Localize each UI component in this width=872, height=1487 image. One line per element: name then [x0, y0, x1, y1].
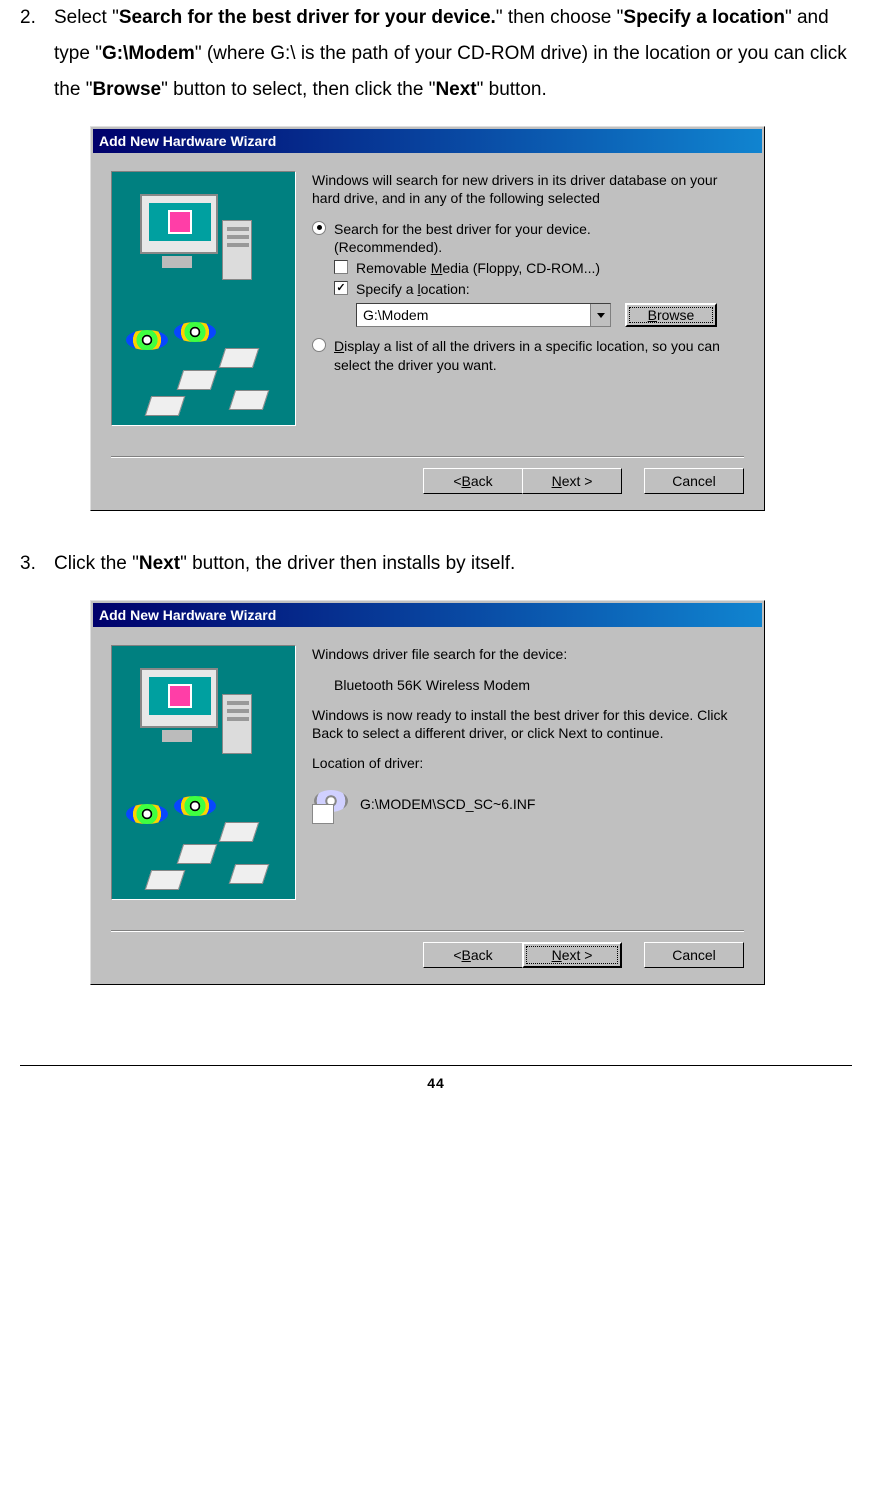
next-button[interactable]: Next > [522, 468, 622, 494]
next-button[interactable]: Next > [522, 942, 622, 968]
t: Click the " [54, 553, 139, 574]
wizard-1-titlebar: Add New Hardware Wizard [93, 129, 762, 153]
l: edia (Floppy, CD-ROM...) [442, 260, 600, 276]
checkbox-icon [334, 260, 348, 274]
step-3-body: Click the "Next" button, the driver then… [54, 546, 852, 582]
l: rowse [657, 306, 694, 324]
radio-icon [312, 221, 326, 235]
step-3-number: 3. [20, 546, 54, 582]
t: Select " [54, 7, 119, 28]
driver-path: G:\MODEM\SCD_SC~6.INF [360, 795, 535, 813]
radio-label-line2: (Recommended). [334, 239, 442, 255]
radio-label-line1: Search for the best driver for your devi… [334, 221, 591, 237]
location-combo[interactable] [356, 303, 611, 327]
t: " button, the driver then installs by it… [180, 553, 515, 574]
cancel-button[interactable]: Cancel [644, 942, 744, 968]
step-2-body: Select "Search for the best driver for y… [54, 0, 852, 108]
t: " button. [477, 79, 547, 100]
radio-search-best[interactable]: Search for the best driver for your devi… [312, 220, 744, 256]
l: B [462, 472, 471, 490]
l: B [462, 946, 471, 964]
l: < [453, 472, 461, 490]
l: ext > [562, 946, 593, 964]
checkbox-specify-location[interactable]: ✓ Specify a location: [334, 280, 744, 298]
wizard-illustration [111, 645, 296, 900]
t: " button to select, then click the " [161, 79, 435, 100]
l: N [552, 946, 562, 964]
t: Next [435, 79, 476, 100]
device-name: Bluetooth 56K Wireless Modem [312, 676, 744, 694]
location-input[interactable] [357, 304, 590, 326]
radio-display-list[interactable]: Display a list of all the drivers in a s… [312, 337, 744, 373]
location-label: Location of driver: [312, 754, 744, 772]
l: B [648, 306, 657, 324]
l: N [552, 472, 562, 490]
wizard-2-line2: Windows is now ready to install the best… [312, 706, 744, 742]
l: < [453, 946, 461, 964]
page-number: 44 [20, 1065, 852, 1097]
back-button[interactable]: < Back [423, 468, 523, 494]
t: Browse [92, 79, 161, 100]
wizard-2-line1: Windows driver file search for the devic… [312, 645, 744, 663]
location-dropdown-button[interactable] [590, 304, 610, 326]
t: G:\Modem [102, 43, 195, 64]
l: isplay a list of all the drivers in a sp… [334, 338, 720, 372]
separator [111, 456, 744, 458]
t: Specify a location [623, 7, 785, 28]
wizard-2: Add New Hardware Wizard Windows driver f… [90, 600, 765, 985]
wizard-1: Add New Hardware Wizard Windows will sea… [90, 126, 765, 511]
back-button[interactable]: < Back [423, 942, 523, 968]
checkbox-removable-media[interactable]: Removable Media (Floppy, CD-ROM...) [334, 259, 744, 277]
radio-icon [312, 338, 326, 352]
step-2: 2. Select "Search for the best driver fo… [20, 0, 852, 108]
step-2-number: 2. [20, 0, 54, 108]
l: ack [471, 472, 493, 490]
t: " then choose " [496, 7, 624, 28]
wizard-illustration [111, 171, 296, 426]
wizard-2-titlebar: Add New Hardware Wizard [93, 603, 762, 627]
inf-file-icon [312, 784, 352, 824]
l: ext > [562, 472, 593, 490]
l: Removable [356, 260, 431, 276]
wizard-1-intro: Windows will search for new drivers in i… [312, 171, 744, 207]
l: M [431, 260, 443, 276]
browse-button[interactable]: Browse [625, 303, 717, 327]
l: ocation: [421, 281, 470, 297]
separator [111, 930, 744, 932]
l: D [334, 338, 344, 354]
t: Search for the best driver for your devi… [119, 7, 496, 28]
step-3: 3. Click the "Next" button, the driver t… [20, 546, 852, 582]
l: ack [471, 946, 493, 964]
t: Next [139, 553, 180, 574]
chevron-down-icon [597, 313, 605, 318]
cancel-button[interactable]: Cancel [644, 468, 744, 494]
l: Specify a [356, 281, 417, 297]
checkbox-icon: ✓ [334, 281, 348, 295]
